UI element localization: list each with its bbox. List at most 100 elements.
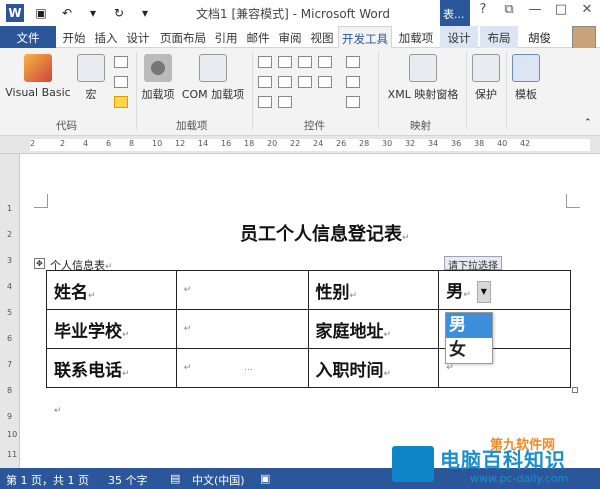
ruler-tick-label: 22 bbox=[290, 139, 301, 148]
ruler-tick-label: 16 bbox=[221, 139, 232, 148]
tab-insert[interactable]: 插入 bbox=[92, 26, 120, 48]
tab-review[interactable]: 审阅 bbox=[276, 26, 304, 48]
design-mode-icon[interactable] bbox=[346, 56, 360, 68]
input-school[interactable]: ↵ bbox=[175, 309, 309, 349]
user-name[interactable]: 胡俊 bbox=[528, 30, 551, 46]
placeholder-dots: ... bbox=[244, 363, 253, 373]
ruler-tick-label: 6 bbox=[106, 139, 112, 148]
customize-qat-icon[interactable]: ▾ bbox=[136, 4, 154, 22]
ribbon-display-icon[interactable]: ⧉ bbox=[496, 2, 522, 22]
vruler-tick-label: 9 bbox=[7, 412, 13, 421]
close-icon[interactable]: ✕ bbox=[574, 2, 600, 22]
lock-icon bbox=[472, 54, 500, 82]
window-title: 文档1 [兼容模式] - Microsoft Word bbox=[196, 7, 391, 21]
label-gender: 性别↵ bbox=[307, 270, 440, 310]
tab-file[interactable]: 文件 bbox=[0, 26, 56, 48]
com-addins-button[interactable]: COM 加载项 bbox=[180, 54, 246, 102]
tab-design[interactable]: 设计 bbox=[124, 26, 152, 48]
vruler-tick-label: 8 bbox=[7, 386, 13, 395]
collapse-ribbon-icon[interactable]: ⌃ bbox=[584, 118, 592, 128]
document-page[interactable]: 员工个人信息登记表↵ ✥ 个人信息表↵ 请下拉选择 姓名↵ ↵ 性别↵ 男↵ ▼ … bbox=[20, 154, 600, 468]
vertical-ruler[interactable]: 1 2 3 4 5 6 7 8 9 10 11 bbox=[0, 154, 20, 468]
visual-basic-label: Visual Basic bbox=[5, 86, 71, 99]
dropdown-option-male[interactable]: 男 bbox=[446, 313, 492, 338]
macros-button[interactable]: 宏 bbox=[74, 54, 108, 102]
minimize-icon[interactable]: — bbox=[522, 2, 548, 22]
tab-home[interactable]: 开始 bbox=[60, 26, 88, 48]
help-icon[interactable]: ? bbox=[470, 2, 496, 22]
watermark-url: www.pc-daily.com bbox=[470, 472, 569, 485]
watermark-logo-icon bbox=[392, 446, 434, 482]
ruler-tick-label: 2 bbox=[30, 139, 36, 148]
redo-icon[interactable]: ↻ bbox=[110, 4, 128, 22]
maximize-icon[interactable]: □ bbox=[548, 2, 574, 22]
group-separator bbox=[506, 52, 507, 130]
template-icon bbox=[512, 54, 540, 82]
ribbon-developer: Visual Basic 宏 代码 加载项 COM 加载项 加载项 控件 XML… bbox=[0, 48, 600, 136]
dropdown-option-female[interactable]: 女 bbox=[446, 338, 492, 363]
pause-recording-icon[interactable] bbox=[114, 76, 128, 88]
rich-text-control-icon[interactable] bbox=[258, 56, 272, 68]
ruler-tick-label: 20 bbox=[267, 139, 278, 148]
tab-view[interactable]: 视图 bbox=[308, 26, 336, 48]
macro-security-icon[interactable] bbox=[114, 96, 128, 108]
horizontal-ruler[interactable]: 2 2 4 6 8 10 12 14 16 18 20 22 24 26 28 … bbox=[0, 136, 600, 154]
group-label-mapping: 映射 bbox=[410, 120, 431, 132]
content-control-tip[interactable]: 请下拉选择 bbox=[444, 256, 502, 272]
ruler-tick-label: 14 bbox=[198, 139, 209, 148]
checkbox-control-icon[interactable] bbox=[258, 76, 272, 88]
tab-references[interactable]: 引用 bbox=[212, 26, 240, 48]
group-separator bbox=[466, 52, 467, 130]
input-name[interactable]: ↵ bbox=[175, 270, 309, 310]
tab-table-design[interactable]: 设计 bbox=[440, 26, 478, 48]
ruler-tick-label: 4 bbox=[83, 139, 89, 148]
visual-basic-button[interactable]: Visual Basic bbox=[4, 54, 72, 99]
margin-corner-mark bbox=[566, 194, 580, 208]
tab-addins[interactable]: 加载项 bbox=[395, 26, 437, 48]
avatar[interactable] bbox=[572, 26, 596, 50]
record-macro-icon[interactable] bbox=[114, 56, 128, 68]
document-heading[interactable]: 员工个人信息登记表↵ bbox=[240, 220, 410, 246]
save-icon[interactable]: ▣ bbox=[32, 4, 50, 22]
ruler-tick-label: 30 bbox=[382, 139, 393, 148]
building-block-control-icon[interactable] bbox=[318, 56, 332, 68]
templates-button[interactable]: 模板 bbox=[510, 54, 542, 102]
undo-icon[interactable]: ↶ bbox=[58, 4, 76, 22]
table-move-handle-icon[interactable]: ✥ bbox=[34, 258, 45, 269]
repeating-section-control-icon[interactable] bbox=[258, 96, 272, 108]
window-controls: ? ⧉ — □ ✕ bbox=[470, 2, 600, 22]
xml-mapping-pane-button[interactable]: XML 映射窗格 bbox=[384, 54, 462, 102]
macro-record-icon[interactable]: ▣ bbox=[260, 472, 270, 485]
word-app-icon[interactable]: W bbox=[6, 4, 24, 22]
combobox-control-icon[interactable] bbox=[278, 76, 292, 88]
tab-developer[interactable]: 开发工具 bbox=[338, 26, 392, 49]
com-addins-label: COM 加载项 bbox=[181, 88, 245, 101]
tab-mailings[interactable]: 邮件 bbox=[244, 26, 272, 48]
page-count[interactable]: 第 1 页，共 1 页 bbox=[6, 472, 89, 488]
ruler-scale: 2 2 4 6 8 10 12 14 16 18 20 22 24 26 28 … bbox=[30, 139, 590, 151]
word-count[interactable]: 35 个字 bbox=[108, 472, 148, 488]
dropdown-list-control-icon[interactable] bbox=[298, 76, 312, 88]
picture-control-icon[interactable] bbox=[298, 56, 312, 68]
table-tools-context-label: 表... bbox=[440, 0, 470, 26]
addins-button[interactable]: 加载项 bbox=[140, 54, 176, 102]
input-phone[interactable]: ↵ ... bbox=[175, 348, 309, 388]
plain-text-control-icon[interactable] bbox=[278, 56, 292, 68]
undo-dropdown-icon[interactable]: ▾ bbox=[84, 4, 102, 22]
date-picker-control-icon[interactable] bbox=[318, 76, 332, 88]
protect-button[interactable]: 保护 bbox=[470, 54, 502, 102]
gender-dropdown-control[interactable]: 男↵ ▼ bbox=[438, 270, 571, 310]
ruler-tick-label: 42 bbox=[520, 139, 531, 148]
chevron-down-icon[interactable]: ▼ bbox=[476, 281, 491, 303]
tab-page-layout[interactable]: 页面布局 bbox=[156, 26, 210, 48]
templates-label: 模板 bbox=[515, 88, 537, 101]
group-control-icon[interactable] bbox=[346, 96, 360, 108]
vruler-tick-label: 3 bbox=[7, 256, 13, 265]
properties-icon[interactable] bbox=[346, 76, 360, 88]
legacy-tools-icon[interactable] bbox=[278, 96, 292, 108]
vruler-tick-label: 10 bbox=[7, 430, 18, 439]
proofing-icon[interactable]: ▤ bbox=[170, 472, 180, 485]
language-indicator[interactable]: 中文(中国) bbox=[192, 472, 245, 488]
tab-table-layout[interactable]: 布局 bbox=[480, 26, 518, 48]
table-resize-handle[interactable] bbox=[572, 387, 578, 393]
